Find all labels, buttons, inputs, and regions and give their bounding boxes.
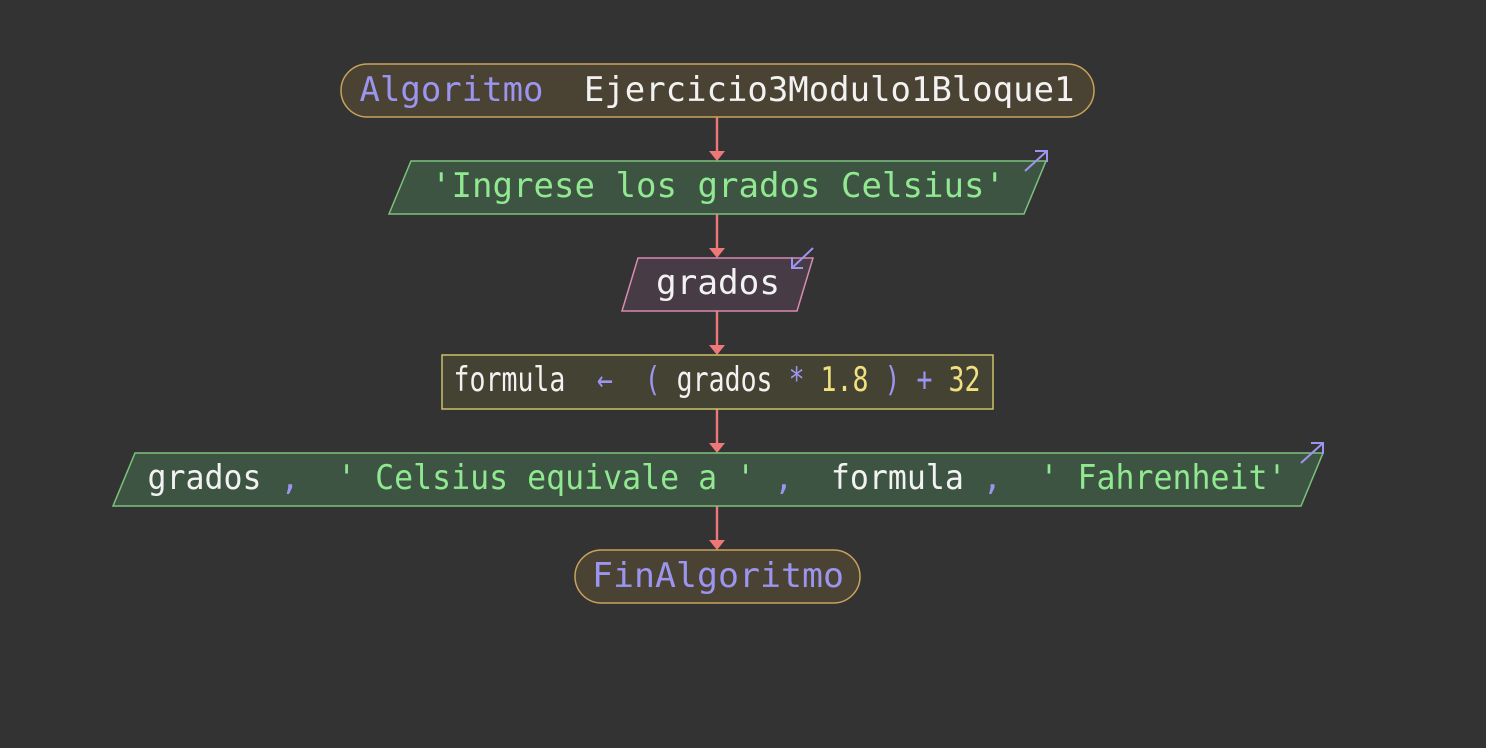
output-string-celsius: ' Celsius equivale a ' xyxy=(337,458,755,498)
connector-input1-to-process1 xyxy=(709,311,725,355)
plus-operator: + xyxy=(917,360,933,400)
open-paren: ( xyxy=(645,360,661,400)
algoritmo-keyword: Algoritmo xyxy=(360,70,544,110)
start-terminal[interactable]: Algoritmo Ejercicio3Modulo1Bloque1 xyxy=(340,63,1095,118)
output-separator: , xyxy=(774,458,793,498)
flowchart-canvas: Algoritmo Ejercicio3Modulo1Bloque1 'Ingr… xyxy=(111,63,1325,604)
end-terminal-text: FinAlgoritmo xyxy=(592,556,844,596)
output-separator: , xyxy=(983,458,1002,498)
formula-operand: grados xyxy=(677,360,773,400)
output-block-prompt-text: 'Ingrese los grados Celsius' xyxy=(431,166,1005,206)
algorithm-name: Ejercicio3Modulo1Bloque1 xyxy=(584,70,1075,110)
close-paren: ) xyxy=(885,360,901,400)
output-var-formula: formula xyxy=(831,458,964,498)
connector-process1-to-output2 xyxy=(709,409,725,453)
output-separator: , xyxy=(281,458,300,498)
formula-target: formula xyxy=(454,360,566,400)
connector-start-to-output1 xyxy=(709,117,725,161)
connector-output2-to-end xyxy=(709,506,725,550)
multiply-operator: * xyxy=(789,360,805,400)
factor-number: 1.8 xyxy=(821,360,869,400)
end-terminal[interactable]: FinAlgoritmo xyxy=(574,549,861,604)
process-block-formula[interactable]: formula ← ( grados * 1.8 ) + 32 xyxy=(441,354,994,410)
output-var-grados: grados xyxy=(148,458,262,498)
assign-operator: ← xyxy=(597,360,613,400)
process-formula-text: formula ← ( grados * 1.8 ) + 32 xyxy=(454,360,981,400)
start-terminal-text: Algoritmo Ejercicio3Modulo1Bloque1 xyxy=(360,70,1075,110)
output-block-prompt[interactable]: 'Ingrese los grados Celsius' xyxy=(387,150,1048,215)
connector-output1-to-input1 xyxy=(709,214,725,258)
input-block-grados[interactable]: grados xyxy=(620,247,815,312)
output-string-fahrenheit: ' Fahrenheit' xyxy=(1039,458,1286,498)
output-block-result-text: grados , ' Celsius equivale a ' , formul… xyxy=(148,458,1287,498)
addend-number: 32 xyxy=(949,360,981,400)
output-block-result[interactable]: grados , ' Celsius equivale a ' , formul… xyxy=(111,442,1325,507)
input-variable-text: grados xyxy=(656,263,780,303)
